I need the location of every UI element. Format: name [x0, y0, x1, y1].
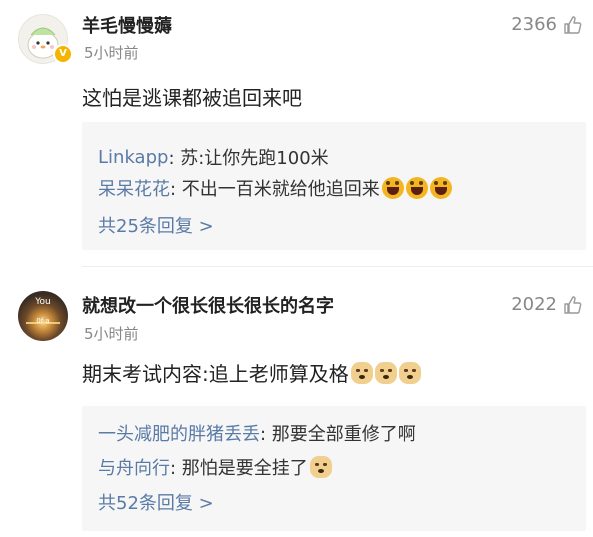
laugh-emoji-icon [429, 177, 452, 199]
avatar-text-bottom: 0f a [36, 317, 50, 325]
comment-item: You 0f a 就想改一个很长很长很长的名字 5小时前 期末考试内容:追上老师… [0, 268, 593, 537]
thumbs-up-icon [564, 15, 582, 34]
reply-list[interactable]: Linkapp : 苏:让你先跑100米 呆呆花花 : 不出一百米就给他追回来 … [82, 122, 586, 250]
doge-emoji-icon [374, 361, 397, 384]
comment-text: 期末考试内容:追上老师算及格 [82, 362, 349, 386]
comment-username[interactable]: 就想改一个很长很长很长的名字 [82, 292, 334, 318]
view-more-replies-link[interactable]: 共52条回复 > [98, 489, 214, 515]
like-button[interactable]: 2022 [511, 294, 583, 315]
comment-item: V 羊毛慢慢薅 5小时前 2366 这怕是逃课都被追回来吧 Linkapp : … [0, 0, 593, 265]
comment-text: 这怕是逃课都被追回来吧 [82, 86, 302, 110]
laugh-emoji-icon [381, 177, 404, 199]
reply-item[interactable]: 呆呆花花 : 不出一百米就给他追回来 [98, 175, 452, 201]
comment-content: 期末考试内容:追上老师算及格 [82, 358, 421, 387]
view-more-replies-link[interactable]: 共25条回复 > [98, 212, 214, 238]
avatar-text-top: You [35, 297, 51, 307]
comment-divider [82, 266, 593, 267]
reply-list[interactable]: 一头减肥的胖猪丢丢 : 那要全部重修了啊 与舟向行 : 那怕是要全挂了 共52条… [82, 406, 586, 531]
like-count: 2366 [511, 14, 557, 35]
avatar[interactable]: You 0f a [18, 291, 68, 341]
like-count: 2022 [511, 294, 557, 315]
laugh-emoji-icon [405, 177, 428, 199]
like-button[interactable]: 2366 [511, 14, 583, 35]
doge-emoji-icon [309, 456, 332, 478]
reply-nickname[interactable]: 一头减肥的胖猪丢丢 [98, 420, 260, 446]
reply-item[interactable]: 一头减肥的胖猪丢丢 : 那要全部重修了啊 [98, 420, 416, 446]
reply-nickname[interactable]: 呆呆花花 [98, 175, 170, 201]
thumbs-up-icon [564, 295, 582, 314]
reply-nickname[interactable]: 与舟向行 [98, 454, 170, 480]
reply-nickname[interactable]: Linkapp [98, 147, 168, 168]
doge-emoji-icon [398, 361, 421, 384]
comment-time: 5小时前 [84, 325, 139, 343]
comment-username[interactable]: 羊毛慢慢薅 [82, 12, 172, 38]
reply-item[interactable]: 与舟向行 : 那怕是要全挂了 [98, 454, 332, 480]
doge-emoji-icon [350, 361, 373, 384]
reply-text: : 苏:让你先跑100米 [168, 148, 329, 169]
comment-time: 5小时前 [84, 44, 139, 62]
reply-text: : 那怕是要全挂了 [170, 458, 308, 479]
reply-item[interactable]: Linkapp : 苏:让你先跑100米 [98, 144, 329, 170]
comment-content: 这怕是逃课都被追回来吧 [82, 82, 302, 111]
reply-text: : 那要全部重修了啊 [260, 424, 416, 445]
reply-text: : 不出一百米就给他追回来 [170, 179, 380, 200]
verified-badge-icon: V [53, 44, 73, 64]
